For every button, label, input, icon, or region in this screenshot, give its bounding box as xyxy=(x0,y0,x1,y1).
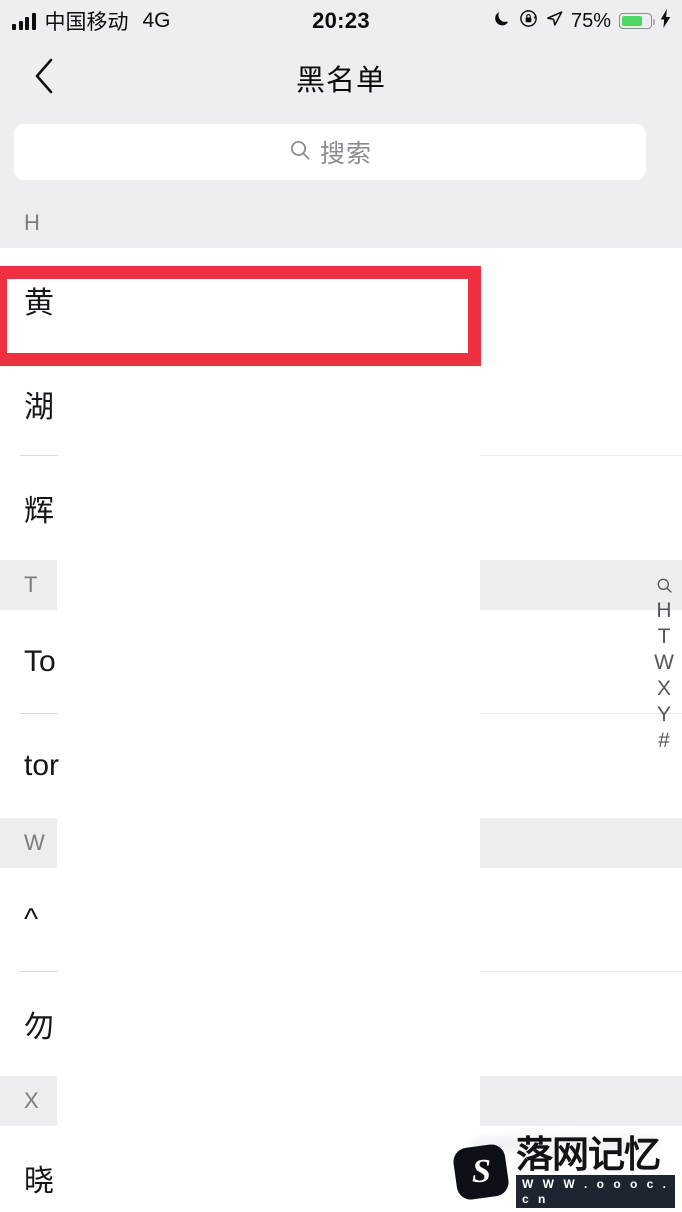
search-bar-container: 搜索 xyxy=(0,114,682,198)
search-placeholder: 搜索 xyxy=(319,140,372,168)
index-item-w[interactable]: W xyxy=(650,652,678,674)
search-input[interactable]: 搜索 xyxy=(14,124,646,180)
charging-bolt-icon xyxy=(659,9,672,33)
index-item-h[interactable]: H xyxy=(650,600,678,622)
section-letter: T xyxy=(24,572,38,597)
watermark-text: 落网记忆 W W W . o o o c . c n xyxy=(516,1136,675,1208)
watermark-title: 落网记忆 xyxy=(516,1134,661,1176)
location-arrow-icon xyxy=(545,9,564,33)
contact-name: tor xyxy=(24,749,60,782)
page-title: 黑名单 xyxy=(295,65,386,97)
list-item[interactable]: 黄 xyxy=(0,248,682,352)
section-header-t: T xyxy=(0,560,682,610)
section-band xyxy=(0,198,682,248)
index-item-y[interactable]: Y xyxy=(650,704,678,726)
blacklist-contact-list[interactable]: H 黄 湖 辉 T To tor W ^ 勿 X 晓 xyxy=(0,198,682,1212)
list-item[interactable]: 辉 xyxy=(0,456,682,560)
section-header-h: H xyxy=(0,198,682,248)
moon-icon xyxy=(493,9,512,33)
section-header-w: W xyxy=(0,818,682,868)
section-header-x: X xyxy=(0,1076,682,1126)
battery-percent-label: 75% xyxy=(570,9,611,32)
list-item[interactable]: ^ xyxy=(0,868,682,972)
search-icon xyxy=(288,138,312,167)
watermark-logo-letter: S xyxy=(471,1153,491,1191)
list-item[interactable]: 湖 xyxy=(0,352,682,456)
signal-bars-icon xyxy=(12,12,36,30)
index-item-t[interactable]: T xyxy=(650,626,678,648)
list-item[interactable]: tor xyxy=(0,714,682,818)
index-item-hash[interactable]: # xyxy=(650,730,678,752)
section-letter: H xyxy=(24,210,40,235)
battery-icon xyxy=(619,13,656,29)
rotation-lock-icon xyxy=(519,9,538,33)
index-item-x[interactable]: X xyxy=(650,678,678,700)
section-letter: W xyxy=(24,830,45,855)
contact-name: 晓 xyxy=(24,1165,54,1198)
section-band-right xyxy=(480,818,682,868)
watermark-url: W W W . o o o c . c n xyxy=(516,1175,675,1208)
status-bar-right: 75% xyxy=(493,0,672,42)
status-bar-left: 中国移动 4G xyxy=(12,0,171,42)
section-letter: X xyxy=(24,1088,39,1113)
status-bar: 中国移动 4G 20:23 75% xyxy=(0,0,682,42)
contact-name: 辉 xyxy=(24,495,54,528)
list-item[interactable]: 勿 xyxy=(0,972,682,1076)
contact-name: ^ xyxy=(24,903,39,936)
phone-screen: 中国移动 4G 20:23 75% 黑名单 搜索 H 黄 湖 辉 T To to… xyxy=(0,0,682,1212)
section-band-right xyxy=(480,1076,682,1126)
network-type-label: 4G xyxy=(142,9,171,32)
contact-name: 湖 xyxy=(24,391,54,424)
index-search-icon[interactable] xyxy=(650,574,678,596)
watermark: S 落网记忆 W W W . o o o c . c n xyxy=(451,1136,675,1208)
navigation-bar: 黑名单 xyxy=(0,42,682,114)
clock-label: 20:23 xyxy=(312,8,370,33)
contact-name: 黄 xyxy=(24,287,54,320)
watermark-logo-icon: S xyxy=(451,1142,511,1202)
carrier-label: 中国移动 xyxy=(44,11,129,34)
contact-name: 勿 xyxy=(24,1011,54,1044)
alphabet-index-bar[interactable]: H T W X Y # xyxy=(650,574,678,752)
contact-name: To xyxy=(24,645,56,678)
list-item[interactable]: To xyxy=(0,610,682,714)
